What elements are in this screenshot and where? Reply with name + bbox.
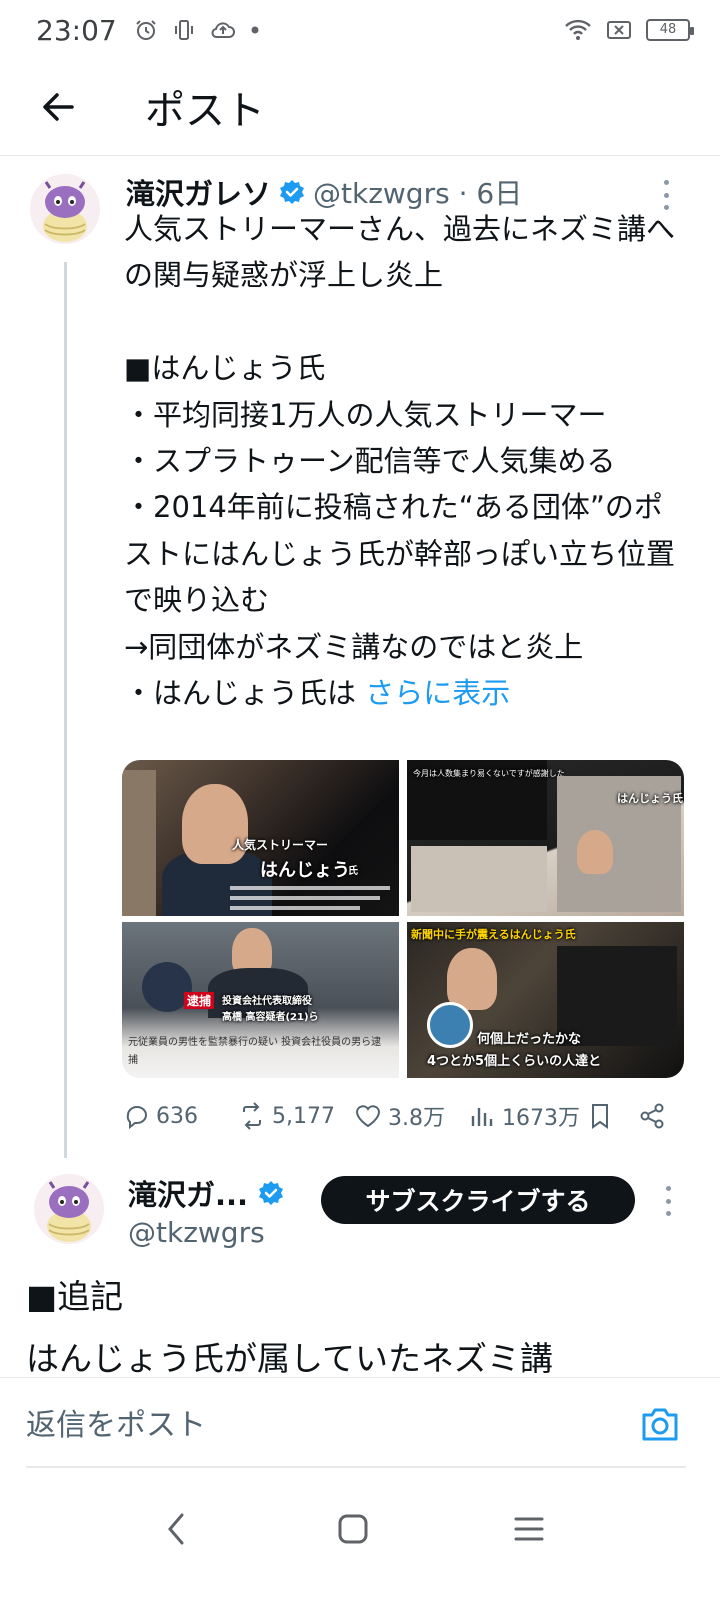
view-count: 1673万 xyxy=(502,1106,580,1131)
like-count: 3.8万 xyxy=(388,1106,445,1131)
post-image-1[interactable]: 人気ストリーマー はんじょう 氏 xyxy=(122,760,399,916)
media-grid: 人気ストリーマー はんじょう 氏 今月は人数集まり易くないですが感謝した はんじ… xyxy=(122,760,684,1078)
status-icons-left xyxy=(134,18,260,42)
verified-badge-icon xyxy=(280,180,305,204)
alarm-icon xyxy=(136,20,156,40)
avatar[interactable] xyxy=(34,1174,104,1244)
reply-count: 636 xyxy=(156,1103,198,1129)
cloud-upload-icon xyxy=(211,22,235,38)
image-caption: 元従業員の男性を監禁暴行の疑い 投資会社役員の男ら逮捕 xyxy=(128,1037,382,1066)
nav-back-button[interactable] xyxy=(152,1504,202,1554)
show-more-link[interactable]: さらに表示 xyxy=(365,676,510,710)
reply-composer: 返信をポスト xyxy=(0,1377,720,1469)
status-icons-right: 48 xyxy=(564,18,694,42)
image-caption: 新聞中に手が震えるはんじょう氏 xyxy=(411,928,576,941)
reply-divider xyxy=(26,1466,686,1468)
post-text: 人気ストリーマーさん、過去にネズミ講への関与疑惑が浮上し炎上 ■はんじょう氏 ・… xyxy=(124,206,684,716)
repost-icon xyxy=(243,1102,261,1130)
dot-icon xyxy=(251,26,259,34)
wifi-icon xyxy=(565,19,591,40)
image-caption: 投資会社代表取締役 xyxy=(222,996,312,1007)
home-square-icon xyxy=(338,1514,368,1544)
reply-icon xyxy=(126,1106,147,1130)
camera-icon xyxy=(642,1408,678,1441)
arrow-left-icon xyxy=(43,93,74,121)
views-button[interactable]: 1673万 xyxy=(468,1096,580,1136)
image-caption: 逮捕 xyxy=(184,992,215,1009)
battery-icon: 48 xyxy=(646,19,694,41)
verified-badge-icon xyxy=(259,1181,284,1205)
post-text-content: 人気ストリーマーさん、過去にネズミ講への関与疑惑が浮上し炎上 ■はんじょう氏 ・… xyxy=(124,212,676,711)
nav-menu-button[interactable] xyxy=(504,1504,554,1554)
repost-count: 5,177 xyxy=(272,1103,335,1129)
image-caption: 高橋 高容疑者(21)ら xyxy=(222,1012,319,1023)
reply-button[interactable]: 636 xyxy=(122,1096,198,1136)
share-icon xyxy=(640,1103,664,1129)
subscribe-button[interactable]: サブスクライブする xyxy=(321,1176,635,1224)
thread-connector xyxy=(64,262,67,1158)
more-options-icon[interactable] xyxy=(664,1186,672,1216)
bookmark-icon xyxy=(592,1104,608,1129)
author-handle: @tkzwgrs xyxy=(128,1216,265,1249)
analytics-icon xyxy=(471,1108,493,1126)
top-app-bar: ポスト xyxy=(0,64,720,156)
like-button[interactable]: 3.8万 xyxy=(354,1096,445,1136)
post-text: ■追記 はんじょう氏が属していたネズミ講 xyxy=(26,1277,554,1378)
post-image-3[interactable]: 逮捕 投資会社代表取締役 高橋 高容疑者(21)ら 元従業員の男性を監禁暴行の疑… xyxy=(122,922,399,1078)
post-image-4[interactable]: 新聞中に手が震えるはんじょう氏 何個上だったかな 4つとか5個上くらいの人達と xyxy=(407,922,684,1078)
image-caption: 氏 xyxy=(348,866,358,877)
page-title: ポスト xyxy=(145,88,265,134)
repost-button[interactable]: 5,177 xyxy=(238,1096,335,1136)
reply-input[interactable]: 返信をポスト xyxy=(26,1400,206,1444)
author-name-row: 滝沢ガ... xyxy=(128,1172,292,1214)
status-bar: 23:07 48 xyxy=(0,0,720,64)
image-caption: 何個上だったかな xyxy=(477,1032,582,1047)
camera-button[interactable] xyxy=(640,1406,680,1442)
back-button[interactable] xyxy=(34,82,84,132)
image-caption: はんじょう氏 xyxy=(617,792,683,805)
image-caption: はんじょう xyxy=(260,860,350,881)
avatar[interactable] xyxy=(30,174,100,244)
author-name[interactable]: 滝沢ガ... xyxy=(128,1172,248,1214)
bookmark-button[interactable] xyxy=(586,1096,614,1136)
share-button[interactable] xyxy=(638,1096,666,1136)
image-caption: 4つとか5個上くらいの人達と xyxy=(427,1054,602,1069)
post-actions: 636 5,177 3.8万 1673万 xyxy=(122,1096,682,1136)
menu-icon xyxy=(514,1517,544,1541)
no-sim-icon xyxy=(607,21,631,39)
status-time: 23:07 xyxy=(36,14,117,47)
system-navigation-bar xyxy=(0,1470,720,1600)
image-caption: 今月は人数集まり易くないですが感謝した xyxy=(413,769,565,778)
post-image-2[interactable]: 今月は人数集まり易くないですが感謝した はんじょう氏 xyxy=(407,760,684,916)
nav-home-button[interactable] xyxy=(328,1504,378,1554)
chevron-left-icon xyxy=(168,1513,184,1545)
heart-icon xyxy=(355,1105,381,1128)
image-caption: 人気ストリーマー xyxy=(232,838,329,852)
vibrate-icon xyxy=(175,20,193,40)
